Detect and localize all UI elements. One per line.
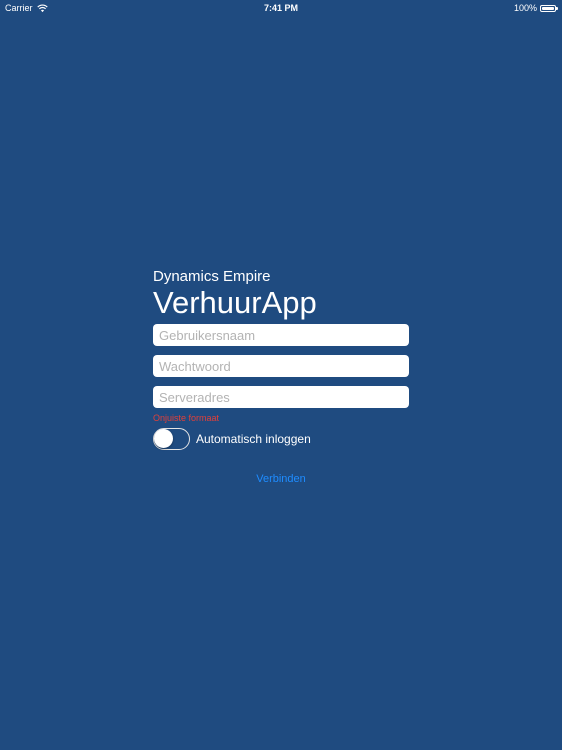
app-title: VerhuurApp bbox=[153, 285, 317, 320]
auto-login-toggle[interactable] bbox=[153, 428, 190, 450]
battery-percent: 100% bbox=[513, 3, 537, 13]
connect-button[interactable]: Verbinden bbox=[250, 471, 312, 487]
error-message: Onjuiste formaat bbox=[153, 413, 220, 423]
battery-fill bbox=[542, 6, 554, 10]
username-field[interactable] bbox=[153, 324, 409, 346]
auto-login-row: Automatisch inloggen bbox=[153, 427, 409, 451]
login-form: Dynamics Empire VerhuurApp Onjuiste form… bbox=[153, 268, 409, 487]
server-address-field[interactable] bbox=[153, 386, 409, 408]
battery-icon bbox=[540, 4, 558, 12]
status-right: 100% bbox=[513, 0, 558, 16]
auto-login-label: Automatisch inloggen bbox=[196, 432, 311, 446]
toggle-knob bbox=[154, 429, 173, 448]
company-name: Dynamics Empire bbox=[153, 268, 271, 285]
password-field[interactable] bbox=[153, 355, 409, 377]
status-bar: Carrier 7:41 PM 100% bbox=[0, 0, 562, 16]
status-time: 7:41 PM bbox=[263, 3, 298, 13]
